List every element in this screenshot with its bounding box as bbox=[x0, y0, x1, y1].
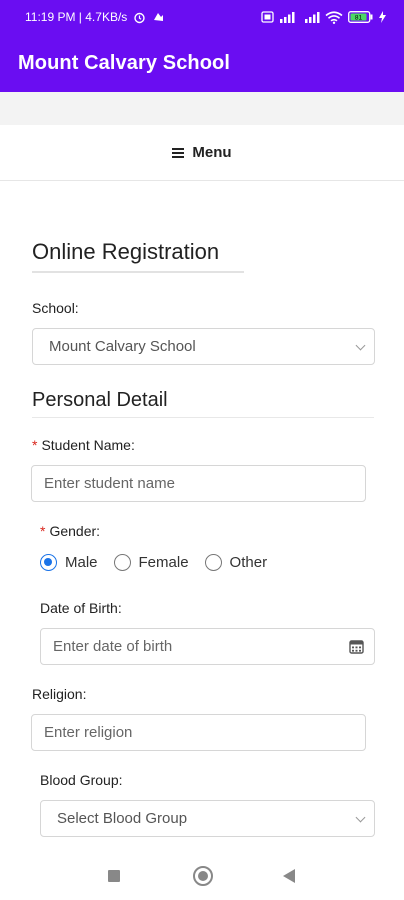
app-bar: Mount Calvary School bbox=[0, 34, 404, 92]
dob-label: Date of Birth: bbox=[40, 600, 122, 616]
dob-input[interactable]: Enter date of birth bbox=[40, 628, 375, 665]
religion-input[interactable]: Enter religion bbox=[31, 714, 366, 751]
battery-icon: 81 bbox=[348, 11, 373, 23]
status-time-speed: 11:19 PM | 4.7KB/s bbox=[25, 10, 128, 24]
student-name-placeholder: Enter student name bbox=[44, 475, 175, 492]
school-select[interactable]: Mount Calvary School bbox=[32, 328, 375, 365]
chevron-down-icon bbox=[355, 812, 366, 823]
student-name-label-text: Student Name: bbox=[41, 437, 135, 453]
religion-label: Religion: bbox=[32, 686, 87, 702]
sim-icon bbox=[261, 11, 274, 23]
calendar-icon[interactable] bbox=[349, 639, 364, 654]
app-notification-icon bbox=[154, 12, 164, 21]
blood-group-label: Blood Group: bbox=[40, 772, 123, 788]
status-right: 81 bbox=[261, 10, 386, 24]
gender-option-other[interactable]: Other bbox=[204, 554, 268, 571]
alarm-icon bbox=[134, 12, 145, 23]
section-title-personal: Personal Detail bbox=[32, 389, 168, 411]
radio-button[interactable] bbox=[113, 554, 131, 571]
radio-button[interactable] bbox=[204, 554, 222, 571]
registration-form: Online Registration School: Mount Calvar… bbox=[0, 181, 404, 853]
title-underline bbox=[32, 271, 244, 273]
chevron-down-icon bbox=[355, 340, 366, 351]
status-bar: 11:19 PM | 4.7KB/s 81 bbox=[0, 0, 404, 34]
blood-group-select[interactable]: Select Blood Group bbox=[40, 800, 375, 837]
section-underline bbox=[32, 417, 374, 418]
recents-icon[interactable] bbox=[108, 870, 120, 882]
required-mark: * bbox=[40, 523, 46, 539]
school-select-value: Mount Calvary School bbox=[49, 338, 196, 355]
gender-option-female[interactable]: Female bbox=[113, 554, 189, 571]
menu-toggle[interactable]: Menu bbox=[0, 125, 404, 181]
page-title: Online Registration bbox=[32, 239, 220, 264]
gender-label-text: Gender: bbox=[49, 523, 101, 539]
student-name-label: * Student Name: bbox=[32, 437, 135, 453]
charging-icon bbox=[379, 11, 386, 23]
signal-icon bbox=[280, 12, 295, 23]
radio-button-checked[interactable] bbox=[40, 554, 57, 571]
student-name-input[interactable]: Enter student name bbox=[31, 465, 366, 502]
back-icon[interactable] bbox=[283, 869, 295, 883]
blood-group-select-value: Select Blood Group bbox=[57, 810, 188, 827]
gender-radio-group: Male Female Other bbox=[40, 554, 283, 571]
gender-option-male[interactable]: Male bbox=[40, 554, 98, 571]
signal-icon-2 bbox=[305, 12, 320, 23]
home-icon[interactable] bbox=[193, 866, 213, 886]
wifi-icon bbox=[325, 10, 343, 24]
dob-placeholder: Enter date of birth bbox=[53, 638, 173, 655]
gender-option-label: Male bbox=[65, 554, 98, 571]
app-title: Mount Calvary School bbox=[18, 51, 231, 74]
top-spacer-band bbox=[0, 92, 404, 125]
hamburger-icon bbox=[172, 147, 185, 158]
status-left: 11:19 PM | 4.7KB/s bbox=[25, 10, 165, 24]
system-nav-bar bbox=[0, 853, 404, 900]
gender-label: * Gender: bbox=[40, 523, 100, 539]
menu-label: Menu bbox=[192, 144, 232, 161]
school-label: School: bbox=[32, 300, 79, 316]
religion-placeholder: Enter religion bbox=[44, 724, 133, 741]
gender-option-label: Other bbox=[229, 554, 268, 571]
gender-option-label: Female bbox=[138, 554, 189, 571]
battery-level: 81 bbox=[355, 15, 363, 22]
required-mark: * bbox=[32, 437, 38, 453]
